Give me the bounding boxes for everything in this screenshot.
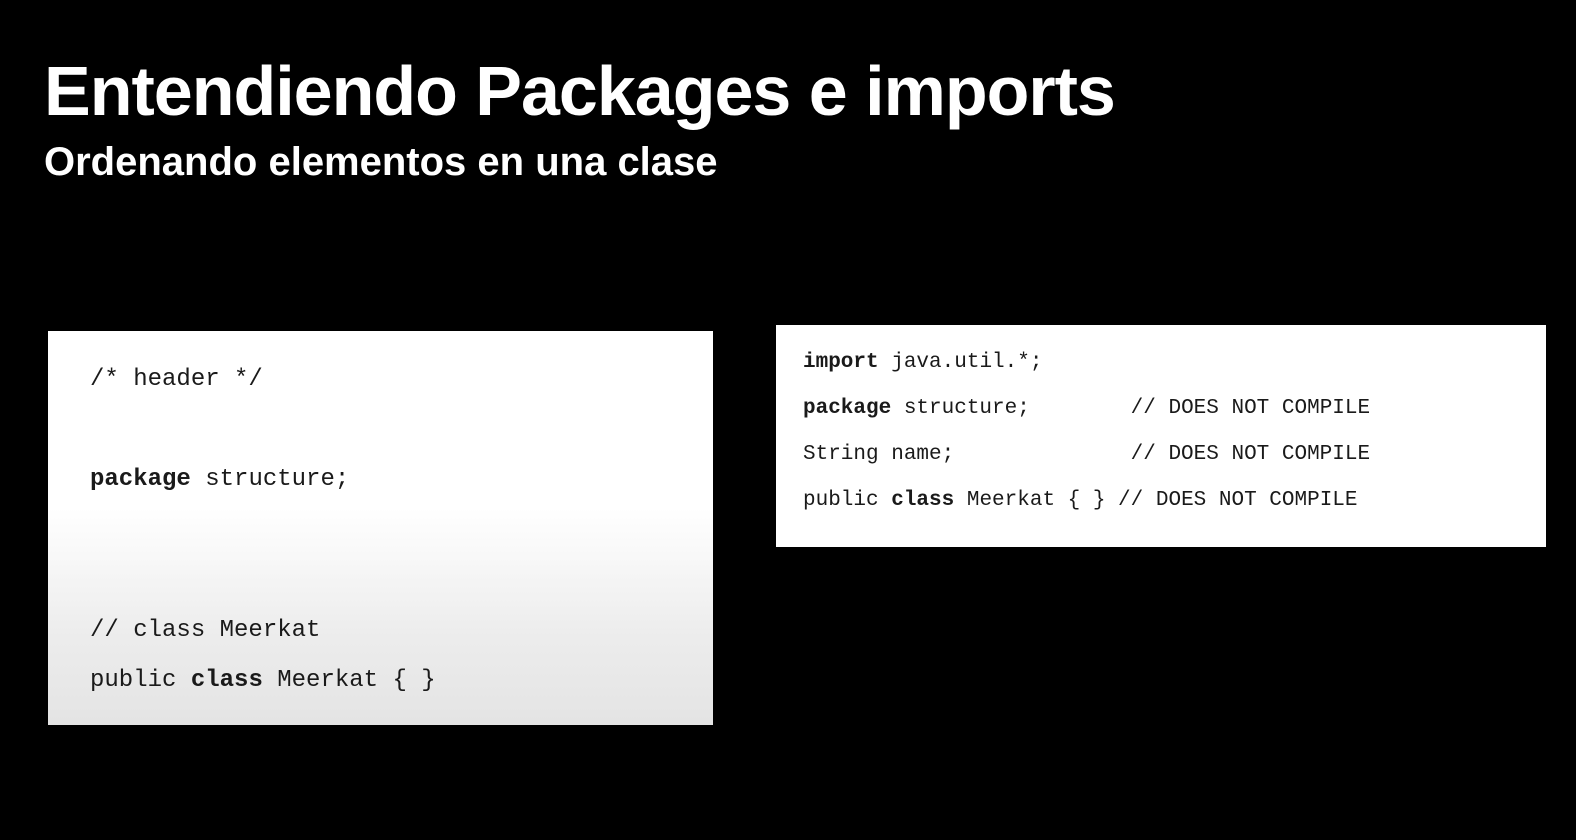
- code-line-package: package structure;: [90, 465, 349, 495]
- code-line-class-declaration: public class Meerkat { } // DOES NOT COM…: [803, 487, 1358, 515]
- code-text: public: [803, 489, 892, 512]
- code-line-class-declaration: public class Meerkat { }: [90, 666, 436, 696]
- keyword-package: package: [90, 466, 191, 493]
- code-line-field: String name; // DOES NOT COMPILE: [803, 441, 1370, 469]
- code-line-package: package structure; // DOES NOT COMPILE: [803, 395, 1370, 423]
- keyword-class: class: [891, 489, 955, 512]
- keyword-package: package: [803, 397, 892, 420]
- code-text: Meerkat { }: [262, 667, 436, 694]
- code-example-invalid-order: import java.util.*; package structure; /…: [776, 325, 1546, 547]
- code-example-valid-order: /* header */ package structure; // class…: [48, 331, 713, 725]
- code-line-class-comment: // class Meerkat: [90, 616, 320, 646]
- code-line-import: import java.util.*;: [803, 349, 1042, 377]
- code-line-header-comment: /* header */: [90, 365, 263, 395]
- code-text: structure; // DOES NOT COMPILE: [891, 397, 1371, 420]
- slide-title: Entendiendo Packages e imports: [44, 52, 1116, 130]
- code-text: /* header */: [90, 366, 263, 393]
- slide-subtitle: Ordenando elementos en una clase: [44, 140, 718, 184]
- code-text: public: [90, 667, 191, 694]
- keyword-import: import: [803, 351, 879, 374]
- code-text: structure;: [190, 466, 350, 493]
- keyword-class: class: [190, 667, 263, 694]
- code-text: Meerkat { } // DOES NOT COMPILE: [954, 489, 1358, 512]
- code-text: // class Meerkat: [90, 617, 321, 644]
- code-text: java.util.*;: [878, 351, 1043, 374]
- code-text: String name; // DOES NOT COMPILE: [803, 443, 1371, 466]
